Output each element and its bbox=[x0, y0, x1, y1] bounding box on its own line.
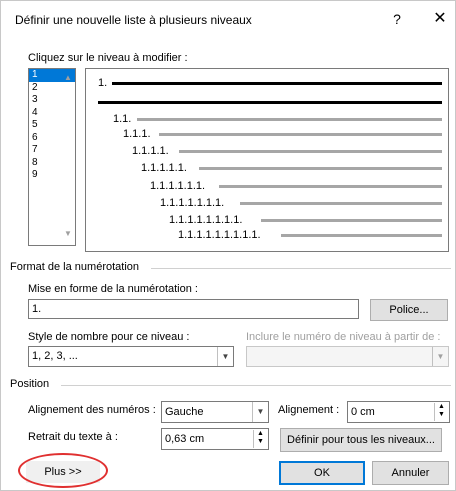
alignement-spinbox[interactable]: 0 cm ▲ ▼ bbox=[347, 401, 450, 423]
retrait-label: Retrait du texte à : bbox=[28, 431, 118, 443]
help-icon[interactable]: ? bbox=[387, 9, 407, 29]
position-section-title: Position bbox=[10, 378, 50, 390]
preview-row-line bbox=[240, 202, 442, 205]
preview-row-label: 1.1.1.1.1.1. bbox=[150, 180, 206, 192]
preview-row: 1.1.1.1.1.1.1. bbox=[86, 197, 450, 209]
cancel-button[interactable]: Annuler bbox=[372, 461, 449, 485]
align-numbers-label: Alignement des numéros : bbox=[28, 404, 156, 416]
align-numbers-combobox[interactable]: Gauche ▼ bbox=[161, 401, 269, 423]
preview-row-label: 1.1.1.1.1. bbox=[141, 162, 187, 174]
format-section-title: Format de la numérotation bbox=[10, 261, 140, 273]
preview-row-line bbox=[199, 167, 442, 170]
preview-row: 1.1.1.1.1. bbox=[86, 162, 450, 174]
preview-row-line bbox=[178, 150, 442, 153]
mise-en-forme-input[interactable]: 1. bbox=[28, 299, 359, 319]
preview-row: 1.1.1.1.1.1. bbox=[86, 180, 450, 192]
chevron-down-icon[interactable]: ▼ bbox=[432, 347, 448, 366]
retrait-spinbox[interactable]: 0,63 cm ▲ ▼ bbox=[161, 428, 269, 450]
definir-tous-niveaux-button[interactable]: Définir pour tous les niveaux... bbox=[280, 428, 442, 452]
preview-row-label: 1. bbox=[98, 77, 108, 89]
preview-row: 1.1.1.1.1.1.1.1.1. bbox=[86, 229, 450, 241]
levels-listbox[interactable]: 123456789 ▲ ▼ bbox=[28, 68, 76, 246]
preview-row: 1.1.1. bbox=[86, 128, 450, 140]
preview-row: 1.1.1.1. bbox=[86, 145, 450, 157]
preview-row bbox=[86, 96, 450, 108]
preview-row-label: 1.1.1.1.1.1.1.1. bbox=[169, 214, 243, 226]
preview-row: 1.1.1.1.1.1.1.1. bbox=[86, 214, 450, 226]
preview-row: 1.1. bbox=[86, 113, 450, 125]
spin-arrows-icon[interactable]: ▲ ▼ bbox=[253, 430, 267, 448]
police-button[interactable]: Police... bbox=[370, 299, 448, 321]
levels-label: Cliquez sur le niveau à modifier : bbox=[28, 52, 188, 64]
dialog-title: Définir une nouvelle liste à plusieurs n… bbox=[15, 13, 252, 27]
preview-row-label: 1.1. bbox=[113, 113, 132, 125]
scroll-down-icon[interactable]: ▼ bbox=[63, 229, 73, 239]
scroll-up-icon[interactable]: ▲ bbox=[63, 73, 73, 83]
numbering-preview: 1. 1.1. 1.1.1. 1.1.1.1. 1.1.1.1.1. 1.1.1.1.1.… bbox=[85, 68, 449, 252]
title-bar: Définir une nouvelle liste à plusieurs n… bbox=[1, 1, 456, 37]
preview-row-line bbox=[158, 133, 442, 136]
style-label: Style de nombre pour ce niveau : bbox=[28, 331, 190, 343]
preview-row-label: 1.1.1.1.1.1.1. bbox=[160, 197, 225, 209]
position-divider bbox=[61, 385, 451, 386]
chevron-down-icon[interactable]: ▼ bbox=[252, 402, 268, 422]
dialog-window: Définir une nouvelle liste à plusieurs n… bbox=[0, 0, 456, 491]
align-numbers-value: Gauche bbox=[165, 406, 204, 418]
preview-row-label: 1.1.1. bbox=[123, 128, 151, 140]
inclure-combobox[interactable]: ▼ bbox=[246, 346, 449, 367]
preview-row-line bbox=[280, 234, 442, 237]
style-combobox[interactable]: 1, 2, 3, ... ▼ bbox=[28, 346, 234, 367]
close-icon[interactable]: ✕ bbox=[429, 9, 451, 29]
chevron-down-icon[interactable]: ▼ bbox=[217, 347, 233, 366]
levels-scrollbar[interactable]: ▲ ▼ bbox=[61, 69, 75, 245]
spin-arrows-icon[interactable]: ▲ ▼ bbox=[434, 403, 448, 421]
preview-row-line bbox=[112, 82, 442, 85]
preview-row-line bbox=[219, 185, 442, 188]
format-divider bbox=[151, 268, 451, 269]
preview-row-line bbox=[260, 219, 442, 222]
mise-en-forme-label: Mise en forme de la numérotation : bbox=[28, 283, 198, 295]
highlight-circle bbox=[18, 453, 108, 488]
preview-row-line bbox=[137, 118, 442, 121]
retrait-value: 0,63 cm bbox=[165, 433, 205, 445]
ok-button[interactable]: OK bbox=[279, 461, 365, 485]
alignement-label: Alignement : bbox=[278, 404, 340, 416]
preview-row-label: 1.1.1.1. bbox=[132, 145, 169, 157]
style-value: 1, 2, 3, ... bbox=[32, 350, 78, 362]
alignement-value: 0 cm bbox=[351, 406, 375, 418]
preview-row-label: 1.1.1.1.1.1.1.1.1. bbox=[178, 229, 261, 241]
preview-row-line bbox=[98, 101, 442, 104]
preview-row: 1. bbox=[86, 77, 450, 89]
inclure-label: Inclure le numéro de niveau à partir de … bbox=[246, 331, 441, 343]
